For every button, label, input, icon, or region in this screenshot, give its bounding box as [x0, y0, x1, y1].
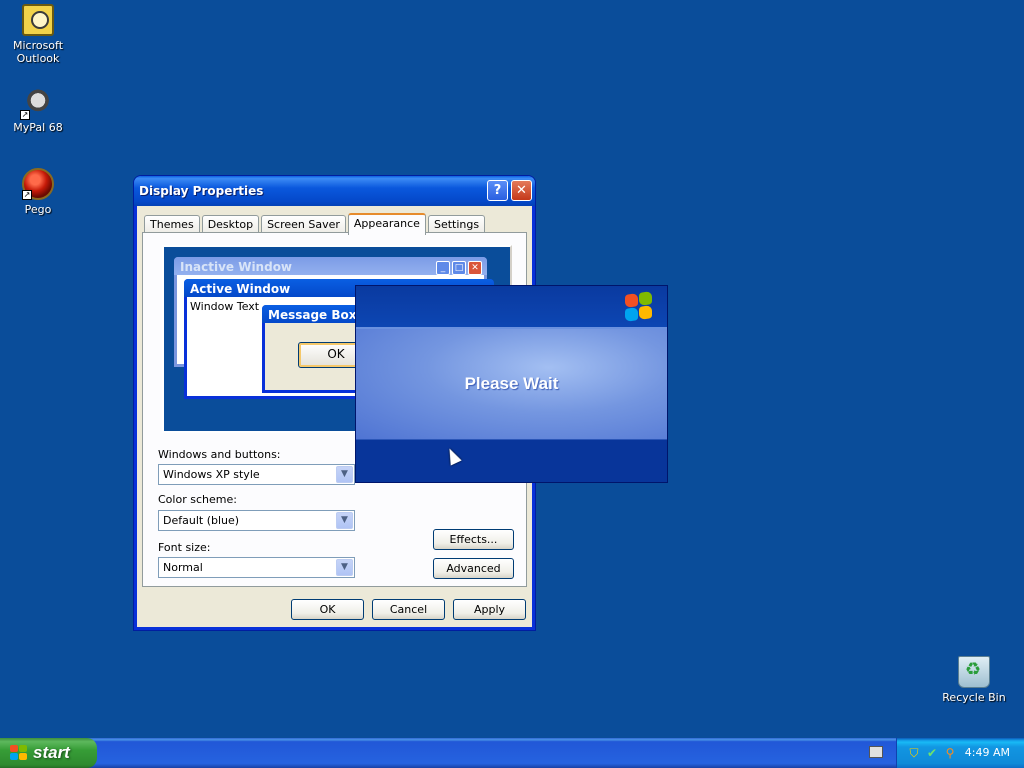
windows-buttons-value: Windows XP style: [163, 468, 260, 481]
keyboard-icon[interactable]: [869, 746, 883, 758]
cancel-button[interactable]: Cancel: [372, 599, 445, 620]
windows-buttons-label: Windows and buttons:: [158, 448, 281, 461]
shortcut-arrow-icon: ↗: [22, 190, 32, 200]
desktop-icon-label: Outlook: [16, 52, 60, 65]
close-icon: ✕: [468, 261, 482, 275]
chevron-down-icon[interactable]: ▼: [336, 466, 353, 483]
please-wait-body: Please Wait: [356, 329, 667, 439]
system-tray: ⛉ ✔ ⚲ 4:49 AM: [896, 738, 1024, 768]
shortcut-arrow-icon: ↗: [20, 110, 30, 120]
tab-appearance[interactable]: Appearance: [347, 213, 426, 235]
desktop-icon-mypal[interactable]: ↗ MyPal 68: [0, 86, 76, 134]
windows-logo-icon: [10, 745, 28, 761]
recycle-bin-icon: [958, 656, 990, 688]
taskbar: start ⛉ ✔ ⚲ 4:49 AM: [0, 738, 1024, 768]
start-button[interactable]: start: [0, 738, 97, 768]
advanced-button[interactable]: Advanced: [433, 558, 514, 579]
please-wait-footer: [356, 439, 667, 482]
mypal-icon: ↗: [20, 86, 54, 120]
desktop-icon-label: MyPal 68: [13, 121, 63, 134]
clock[interactable]: 4:49 AM: [965, 746, 1010, 759]
color-scheme-label: Color scheme:: [158, 493, 237, 506]
desktop-icon-recycle-bin[interactable]: Recycle Bin: [936, 656, 1012, 704]
please-wait-message: Please Wait: [464, 374, 559, 393]
help-button[interactable]: ?: [487, 180, 508, 201]
start-label: start: [33, 743, 70, 762]
maximize-icon: □: [452, 261, 466, 275]
desktop-icon-outlook[interactable]: Microsoft Outlook: [0, 4, 76, 65]
minimize-icon: _: [436, 261, 450, 275]
desktop-icon-pego[interactable]: ↗ Pego: [0, 168, 76, 216]
chevron-down-icon[interactable]: ▼: [336, 559, 353, 576]
windows-buttons-select[interactable]: Windows XP style ▼: [158, 464, 355, 485]
desktop-icon-label: Microsoft: [12, 39, 64, 52]
font-size-label: Font size:: [158, 541, 211, 554]
network-icon[interactable]: ✔: [925, 746, 939, 760]
effects-button[interactable]: Effects...: [433, 529, 514, 550]
outlook-icon: [22, 4, 54, 36]
ok-button[interactable]: OK: [291, 599, 364, 620]
preview-window-buttons: _ □ ✕: [436, 261, 482, 275]
windows-logo-icon: [623, 291, 653, 322]
security-shield-icon[interactable]: ⛉: [907, 746, 921, 760]
desktop-icon-label: Pego: [24, 203, 52, 216]
please-wait-dialog: Please Wait: [355, 285, 668, 483]
font-size-select[interactable]: Normal ▼: [158, 557, 355, 578]
search-icon[interactable]: ⚲: [943, 746, 957, 760]
color-scheme-value: Default (blue): [163, 514, 240, 527]
pego-icon: ↗: [22, 168, 54, 200]
window-title: Display Properties: [139, 184, 264, 198]
font-size-value: Normal: [163, 561, 203, 574]
color-scheme-select[interactable]: Default (blue) ▼: [158, 510, 355, 531]
apply-button[interactable]: Apply: [453, 599, 526, 620]
close-button[interactable]: ✕: [511, 180, 532, 201]
desktop-icon-label: Recycle Bin: [942, 691, 1006, 704]
chevron-down-icon[interactable]: ▼: [336, 512, 353, 529]
title-bar[interactable]: Display Properties ? ✕: [134, 176, 535, 206]
tab-strip: Themes Desktop Screen Saver Appearance S…: [144, 213, 487, 235]
please-wait-header: [356, 286, 667, 329]
